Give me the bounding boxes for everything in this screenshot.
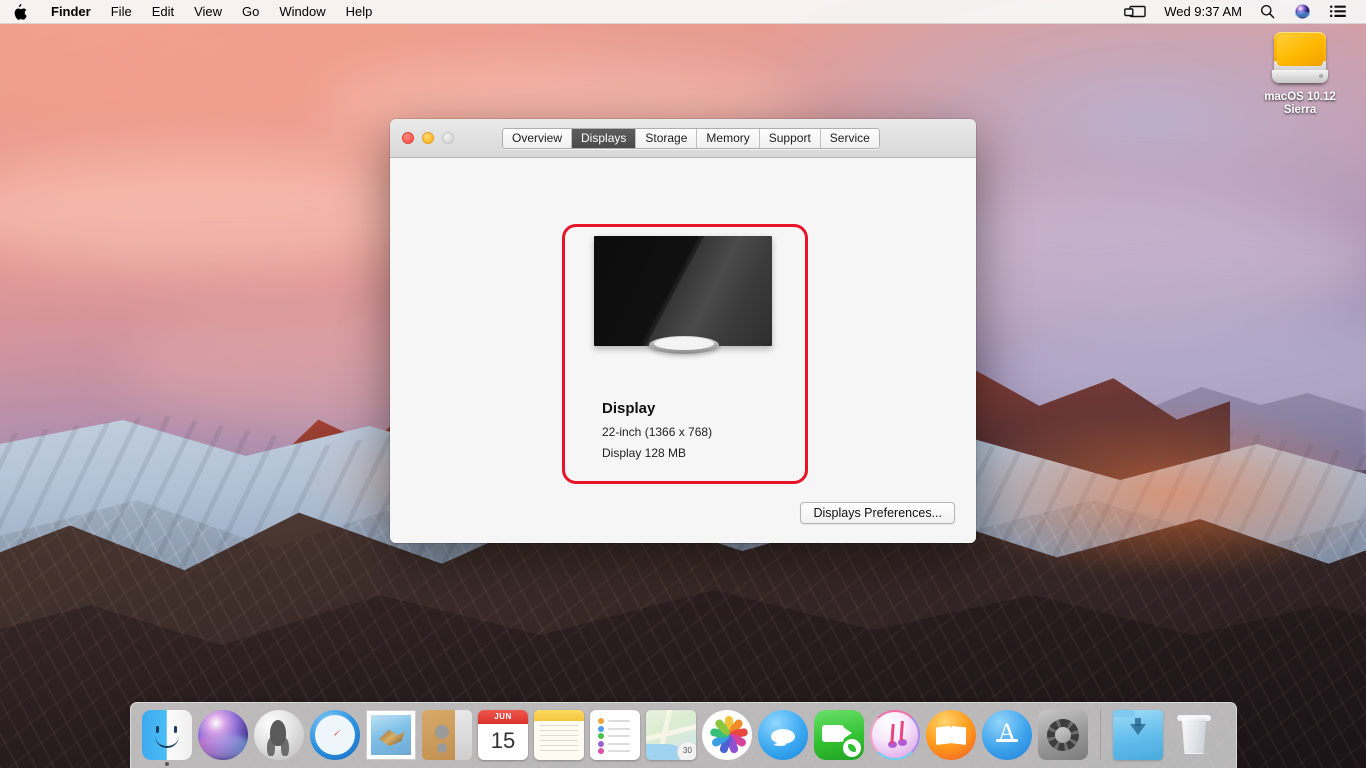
dock-item-contacts[interactable] <box>421 709 473 767</box>
notes-icon <box>534 710 584 760</box>
dock-item-launchpad[interactable] <box>253 709 305 767</box>
tab-memory[interactable]: Memory <box>697 129 759 148</box>
display-size-resolution: 22-inch (1366 x 768) <box>602 425 712 439</box>
menu-view[interactable]: View <box>184 0 232 24</box>
tab-storage[interactable]: Storage <box>636 129 697 148</box>
siri-icon[interactable] <box>1285 4 1320 19</box>
dock-item-maps[interactable] <box>645 709 697 767</box>
spotlight-search-icon[interactable] <box>1250 4 1285 19</box>
desktop-drive-icon[interactable]: macOS 10.12 Sierra <box>1262 26 1338 117</box>
menu-edit[interactable]: Edit <box>142 0 184 24</box>
photos-icon <box>702 710 752 760</box>
display-info-card: Display 22-inch (1366 x 768) Display 128… <box>562 224 808 484</box>
mail-icon <box>366 710 416 760</box>
finder-icon <box>142 710 192 760</box>
reminders-icon <box>590 710 640 760</box>
displays-preferences-button[interactable]: Displays Preferences... <box>800 502 955 524</box>
system-preferences-icon <box>1038 710 1088 760</box>
running-indicator-dot <box>165 762 169 766</box>
window-traffic-lights <box>390 132 454 144</box>
dock-item-system-preferences[interactable] <box>1037 709 1089 767</box>
window-body: Display 22-inch (1366 x 768) Display 128… <box>390 158 976 543</box>
dock-item-trash[interactable] <box>1168 709 1220 767</box>
dock-item-notes[interactable] <box>533 709 585 767</box>
apple-logo-icon[interactable] <box>0 4 41 20</box>
contacts-icon <box>422 710 472 760</box>
external-hard-drive-icon <box>1270 26 1330 88</box>
dock-item-safari[interactable] <box>309 709 361 767</box>
dock-item-mail[interactable] <box>365 709 417 767</box>
screen-mirroring-icon[interactable] <box>1114 5 1156 19</box>
facetime-icon <box>814 710 864 760</box>
minimize-button[interactable] <box>422 132 434 144</box>
display-title: Display <box>602 400 655 417</box>
drive-label-line1: macOS 10.12 <box>1262 91 1338 104</box>
dock-item-finder[interactable] <box>141 709 193 767</box>
system-information-window: OverviewDisplaysStorageMemorySupportServ… <box>390 119 976 543</box>
maps-icon <box>646 710 696 760</box>
downloads-icon <box>1113 710 1163 760</box>
display-vram: Display 128 MB <box>602 446 686 460</box>
launchpad-icon <box>254 710 304 760</box>
dock-item-photos[interactable] <box>701 709 753 767</box>
window-title-bar[interactable]: OverviewDisplaysStorageMemorySupportServ… <box>390 119 976 158</box>
menu-bar: FinderFileEditViewGoWindowHelp Wed 9:37 … <box>0 0 1366 24</box>
tab-service[interactable]: Service <box>821 129 879 148</box>
calendar-icon: JUN15 <box>478 710 528 760</box>
itunes-icon <box>870 710 920 760</box>
dock-separator <box>1100 710 1101 760</box>
drive-label-line2: Sierra <box>1262 104 1338 117</box>
menu-bar-clock[interactable]: Wed 9:37 AM <box>1156 4 1250 19</box>
dock-item-messages[interactable] <box>757 709 809 767</box>
dock: JUN15 <box>130 702 1237 768</box>
dock-item-ibooks[interactable] <box>925 709 977 767</box>
dock-item-itunes[interactable] <box>869 709 921 767</box>
dock-folder-trash <box>1112 709 1220 767</box>
app-store-icon <box>982 710 1032 760</box>
dock-app-icons: JUN15 <box>141 709 1089 767</box>
tab-segmented-control: OverviewDisplaysStorageMemorySupportServ… <box>502 128 880 149</box>
dock-item-calendar[interactable]: JUN15 <box>477 709 529 767</box>
menu-file[interactable]: File <box>101 0 142 24</box>
calendar-day: 15 <box>478 724 528 758</box>
safari-icon <box>310 710 360 760</box>
close-button[interactable] <box>402 132 414 144</box>
tab-support[interactable]: Support <box>760 129 821 148</box>
menu-window[interactable]: Window <box>269 0 335 24</box>
external-monitor-icon <box>594 236 772 361</box>
menu-go[interactable]: Go <box>232 0 269 24</box>
ibooks-icon <box>926 710 976 760</box>
dock-item-facetime[interactable] <box>813 709 865 767</box>
tab-overview[interactable]: Overview <box>503 129 572 148</box>
menu-bar-items: FinderFileEditViewGoWindowHelp <box>41 0 382 24</box>
trash-icon <box>1169 710 1219 760</box>
menu-bar-status-items: Wed 9:37 AM <box>1114 4 1366 19</box>
menu-help[interactable]: Help <box>336 0 383 24</box>
calendar-month: JUN <box>478 710 528 724</box>
menu-finder[interactable]: Finder <box>41 0 101 24</box>
dock-item-downloads[interactable] <box>1112 709 1164 767</box>
messages-icon <box>758 710 808 760</box>
wallpaper-sun-glow <box>980 400 1366 570</box>
drive-label: macOS 10.12 Sierra <box>1262 91 1338 117</box>
zoom-button[interactable] <box>442 132 454 144</box>
notification-center-icon[interactable] <box>1320 5 1356 18</box>
dock-item-siri[interactable] <box>197 709 249 767</box>
dock-item-app-store[interactable] <box>981 709 1033 767</box>
siri-icon <box>198 710 248 760</box>
tab-displays[interactable]: Displays <box>572 129 636 148</box>
dock-item-reminders[interactable] <box>589 709 641 767</box>
